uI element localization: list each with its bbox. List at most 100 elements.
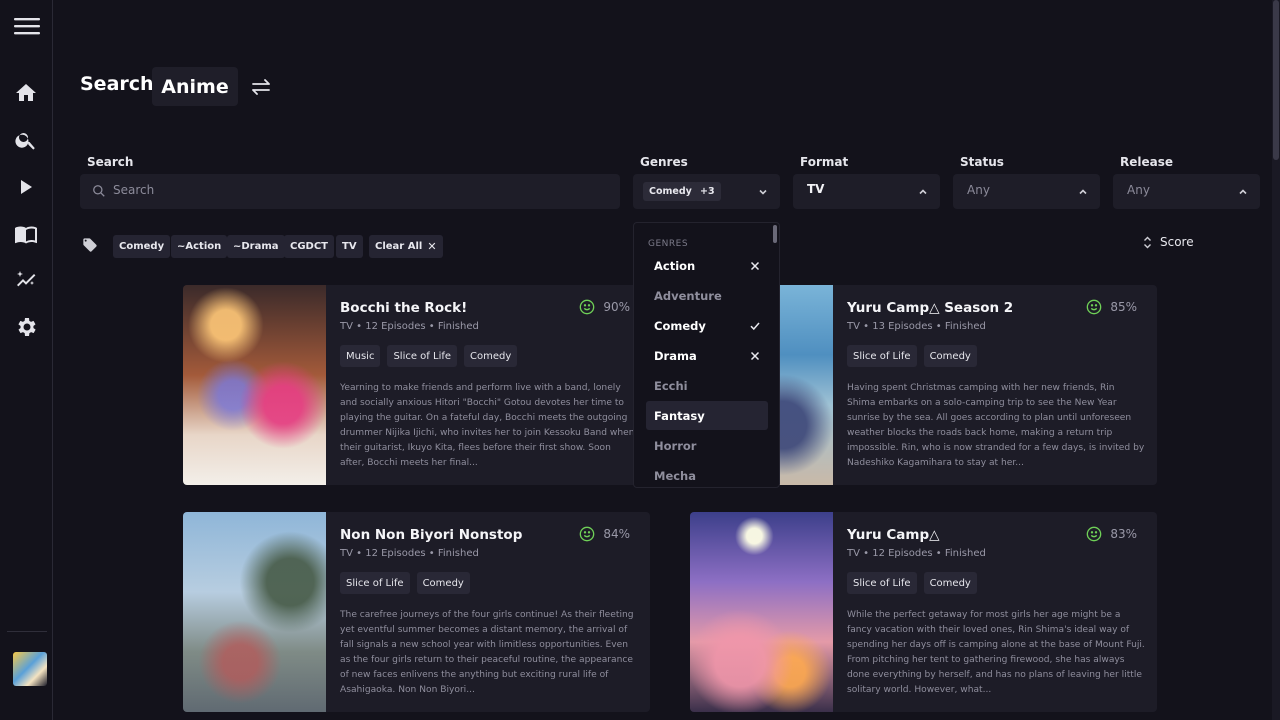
exclude-x-icon: [750, 261, 760, 271]
genre-tag[interactable]: Slice of Life: [847, 572, 917, 594]
genre-option-adventure[interactable]: Adventure: [646, 281, 768, 310]
genre-option-fantasy[interactable]: Fantasy: [646, 401, 768, 430]
genre-option-horror[interactable]: Horror: [646, 431, 768, 460]
release-label: Release: [1120, 155, 1174, 169]
genres-dropdown[interactable]: GENRES Action Adventure Comedy Drama Ecc…: [633, 222, 780, 488]
genre-tag[interactable]: Comedy: [923, 572, 977, 594]
sort-label: Score: [1160, 235, 1194, 249]
sort-button[interactable]: Score: [1143, 235, 1194, 249]
genres-selected-chip: Comedy: [643, 182, 698, 201]
genre-tag[interactable]: Comedy: [923, 345, 977, 367]
chevron-up-icon: [919, 189, 927, 195]
genre-option-ecchi[interactable]: Ecchi: [646, 371, 768, 400]
card-genres: Music Slice of Life Comedy: [340, 345, 518, 367]
genre-tag[interactable]: Comedy: [416, 572, 470, 594]
option-label: Drama: [654, 348, 697, 363]
option-label: Mecha: [654, 468, 697, 483]
card-title[interactable]: Yuru Camp△ Season 2: [847, 300, 1013, 316]
play-icon[interactable]: [14, 175, 38, 199]
card-title[interactable]: Non Non Biyori Nonstop: [340, 527, 522, 543]
active-tag[interactable]: TV: [336, 235, 363, 258]
card-description: Having spent Christmas camping with her …: [847, 383, 1145, 468]
dropdown-header: GENRES: [648, 239, 689, 249]
active-tag[interactable]: CGDCT: [284, 235, 335, 258]
genre-tag[interactable]: Slice of Life: [340, 572, 410, 594]
smile-face-icon: [1086, 526, 1102, 542]
chevron-down-icon: [759, 189, 767, 195]
search-field-icon: [93, 185, 105, 197]
dropdown-scrollbar[interactable]: [773, 225, 777, 243]
search-label: Search: [87, 155, 134, 169]
release-value: Any: [1127, 183, 1150, 197]
anime-card[interactable]: Non Non Biyori Nonstop TV • 12 Episodes …: [183, 512, 650, 712]
anime-card[interactable]: Yuru Camp△ TV • 12 Episodes • Finished 8…: [690, 512, 1157, 712]
active-tag[interactable]: Comedy: [113, 235, 171, 258]
score-value: 85%: [1110, 300, 1137, 314]
format-value: TV: [807, 182, 825, 196]
cover-image[interactable]: [690, 512, 833, 712]
genre-option-action[interactable]: Action: [646, 251, 768, 280]
format-select[interactable]: TV: [793, 174, 940, 209]
option-label: Adventure: [654, 288, 722, 303]
card-meta: TV • 12 Episodes • Finished: [340, 321, 479, 332]
format-label: Format: [800, 155, 849, 169]
media-type-toggle[interactable]: Anime: [152, 67, 238, 106]
search-input[interactable]: Search: [80, 174, 620, 209]
anime-card[interactable]: Bocchi the Rock! TV • 12 Episodes • Fini…: [183, 285, 650, 485]
home-icon[interactable]: [14, 81, 38, 105]
genre-option-mecha[interactable]: Mecha: [646, 461, 768, 487]
card-score: 90%: [579, 299, 630, 315]
book-icon[interactable]: [14, 222, 38, 246]
active-tag[interactable]: ~Action: [171, 235, 228, 258]
card-title[interactable]: Yuru Camp△: [847, 527, 940, 543]
status-value: Any: [967, 183, 990, 197]
menu-icon[interactable]: [14, 14, 40, 38]
card-meta: TV • 12 Episodes • Finished: [340, 548, 479, 559]
cover-image[interactable]: [183, 512, 326, 712]
card-score: 83%: [1086, 526, 1137, 542]
genres-select[interactable]: Comedy +3: [633, 174, 780, 209]
card-meta: TV • 13 Episodes • Finished: [847, 321, 986, 332]
clear-all-label: Clear All: [375, 241, 423, 252]
score-value: 90%: [603, 300, 630, 314]
option-label: Horror: [654, 438, 697, 453]
page-scrollbar[interactable]: [1272, 0, 1280, 720]
status-select[interactable]: Any: [953, 174, 1100, 209]
card-description: The carefree journeys of the four girls …: [340, 610, 634, 695]
smile-face-icon: [1086, 299, 1102, 315]
card-score: 84%: [579, 526, 630, 542]
clear-all-button[interactable]: Clear All ✕: [369, 235, 443, 258]
smile-face-icon: [579, 299, 595, 315]
search-icon[interactable]: [14, 128, 38, 152]
genre-tag[interactable]: Slice of Life: [847, 345, 917, 367]
tags-icon: [83, 238, 97, 252]
option-label: Ecchi: [654, 378, 688, 393]
option-label: Comedy: [654, 318, 706, 333]
status-label: Status: [960, 155, 1004, 169]
user-avatar[interactable]: [13, 652, 47, 686]
score-value: 84%: [603, 527, 630, 541]
settings-gear-icon[interactable]: [14, 315, 38, 339]
swap-arrows-icon[interactable]: [250, 77, 272, 97]
card-title[interactable]: Bocchi the Rock!: [340, 300, 467, 316]
genre-tag[interactable]: Music: [340, 345, 381, 367]
sparkle-wand-icon[interactable]: [14, 268, 38, 292]
search-placeholder: Search: [113, 183, 155, 197]
genres-label: Genres: [640, 155, 688, 169]
card-description: Yearning to make friends and perform liv…: [340, 383, 635, 468]
page-title: Search: [80, 73, 154, 95]
genre-option-comedy[interactable]: Comedy: [646, 311, 768, 340]
sidebar: [0, 0, 53, 720]
genres-more-chip: +3: [694, 182, 721, 201]
chevron-up-icon: [1079, 189, 1087, 195]
genre-option-drama[interactable]: Drama: [646, 341, 768, 370]
genre-tag[interactable]: Comedy: [464, 345, 518, 367]
scrollbar-thumb[interactable]: [1273, 0, 1279, 160]
card-genres: Slice of Life Comedy: [847, 345, 977, 367]
release-select[interactable]: Any: [1113, 174, 1260, 209]
genre-tag[interactable]: Slice of Life: [387, 345, 458, 367]
card-description: While the perfect getaway for most girls…: [847, 610, 1145, 695]
smile-face-icon: [579, 526, 595, 542]
active-tag[interactable]: ~Drama: [227, 235, 285, 258]
cover-image[interactable]: [183, 285, 326, 485]
